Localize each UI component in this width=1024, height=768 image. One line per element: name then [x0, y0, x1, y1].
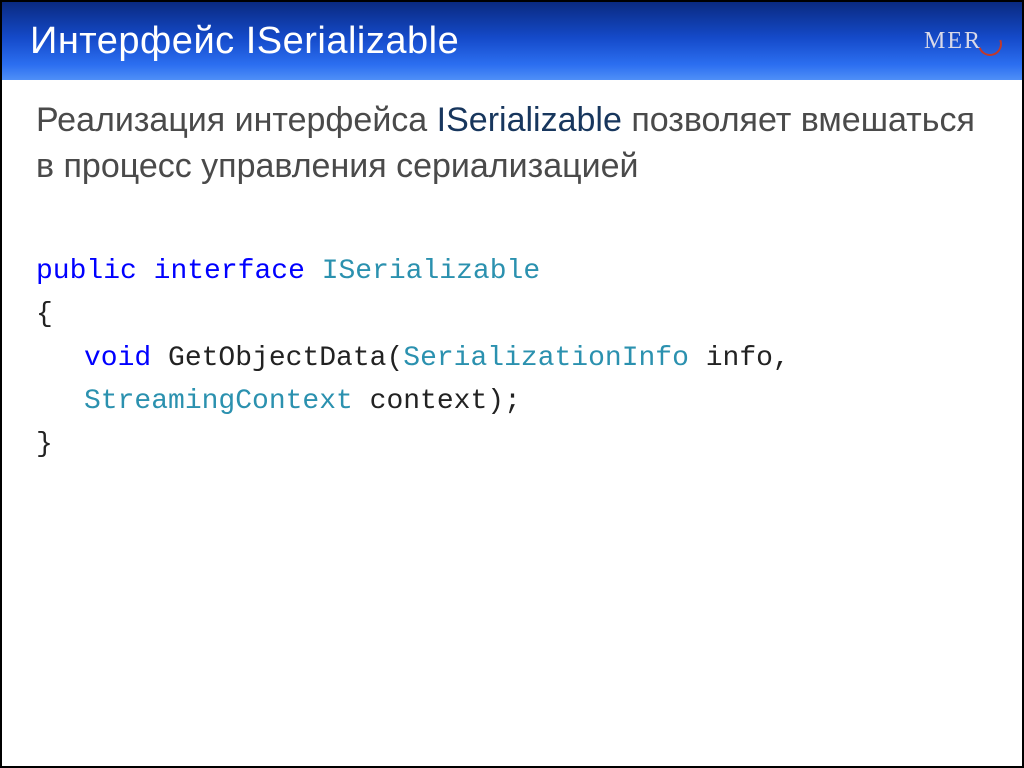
logo-text: MER [924, 28, 982, 55]
intro-text: Реализация интерфейса ISerializable позв… [36, 98, 988, 190]
code-kw-public: public [36, 256, 137, 287]
intro-part1: Реализация интерфейса [36, 101, 437, 139]
logo-swoosh-icon [978, 30, 1000, 52]
code-block: public interface ISerializable { void Ge… [36, 250, 988, 467]
intro-interface-name: ISerializable [437, 101, 622, 139]
code-method-part3: context); [353, 386, 521, 417]
code-kw-interface: interface [154, 256, 305, 287]
logo: MER [924, 28, 1000, 55]
code-kw-void: void [84, 343, 151, 374]
slide: Интерфейс ISerializable MER Реализация и… [0, 0, 1024, 768]
slide-content: Реализация интерфейса ISerializable позв… [2, 80, 1022, 766]
code-brace-close: } [36, 429, 53, 460]
title-bar: Интерфейс ISerializable MER [2, 2, 1022, 80]
code-type-streamctx: StreamingContext [84, 386, 353, 417]
code-type-iserializable: ISerializable [322, 256, 540, 287]
code-brace-open: { [36, 299, 53, 330]
code-type-serinfo: SerializationInfo [403, 343, 689, 374]
code-method-part1: GetObjectData( [151, 343, 403, 374]
slide-title: Интерфейс ISerializable [30, 20, 459, 63]
code-method-part2: info, [689, 343, 790, 374]
